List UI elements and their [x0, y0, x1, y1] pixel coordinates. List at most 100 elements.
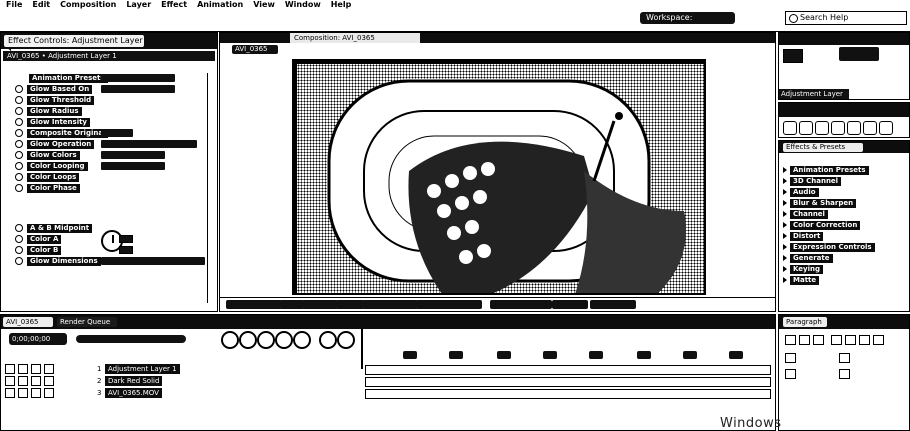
audio-button[interactable]	[863, 121, 877, 135]
effects-category-item[interactable]: Distort	[783, 231, 824, 241]
menu-view[interactable]: View	[253, 0, 275, 10]
property-row[interactable]: Glow Dimensions	[15, 256, 101, 266]
tab-effects-presets[interactable]: Effects & Presets	[783, 143, 863, 152]
property-row[interactable]: Color A	[15, 234, 62, 244]
next-frame-button[interactable]	[831, 121, 845, 135]
tab-timeline-comp[interactable]: AVI_0365	[3, 317, 53, 327]
align-right-button[interactable]	[813, 335, 824, 345]
menu-animation[interactable]: Animation	[197, 0, 243, 10]
previous-frame-button[interactable]	[799, 121, 813, 135]
search-help-input[interactable]: Search Help	[785, 11, 907, 25]
first-frame-button[interactable]	[783, 121, 797, 135]
timeline-timecode[interactable]: 0;00;00;00	[9, 333, 67, 345]
effects-category-item[interactable]: Channel	[783, 209, 828, 219]
grid-toggle-button[interactable]	[280, 300, 304, 309]
exposure-field[interactable]	[590, 300, 636, 309]
property-row[interactable]: A & B Midpoint	[15, 223, 93, 233]
camera-dropdown[interactable]	[490, 300, 552, 309]
visibility-icon[interactable]	[5, 375, 15, 386]
stopwatch-icon[interactable]	[15, 96, 23, 104]
solo-icon[interactable]	[31, 363, 41, 374]
tab-effect-controls[interactable]: Effect Controls: Adjustment Layer 1	[4, 35, 144, 57]
property-row[interactable]: Composite Original	[15, 128, 109, 138]
region-of-interest-button[interactable]	[416, 300, 482, 309]
tab-paragraph[interactable]: Paragraph	[783, 317, 827, 327]
time-marker[interactable]	[729, 351, 743, 359]
stopwatch-icon[interactable]	[15, 129, 23, 137]
audio-icon[interactable]	[18, 375, 28, 386]
motion-blur-button[interactable]	[275, 331, 293, 349]
property-row[interactable]: Glow Operation	[15, 139, 95, 149]
justify-center-button[interactable]	[845, 335, 856, 345]
solo-icon[interactable]	[31, 387, 41, 398]
lock-icon[interactable]	[44, 363, 54, 374]
frame-blending-button[interactable]	[257, 331, 275, 349]
justify-all-button[interactable]	[873, 335, 884, 345]
menu-layer[interactable]: Layer	[126, 0, 151, 10]
stopwatch-icon[interactable]	[15, 118, 23, 126]
time-marker[interactable]	[543, 351, 557, 359]
property-row[interactable]: Color Phase	[15, 183, 80, 193]
menu-composition[interactable]: Composition	[60, 0, 116, 10]
property-row[interactable]: Color Loops	[15, 172, 80, 182]
effects-category-item[interactable]: Audio	[783, 187, 819, 197]
composite-original-dropdown[interactable]	[101, 129, 133, 137]
effects-category-item[interactable]: Blur & Sharpen	[783, 198, 857, 208]
timeline-search-input[interactable]	[76, 335, 186, 343]
effects-category-item[interactable]: Expression Controls	[783, 242, 875, 252]
property-row[interactable]: Color Looping	[15, 161, 88, 171]
menu-effect[interactable]: Effect	[161, 0, 187, 10]
align-center-button[interactable]	[799, 335, 810, 345]
glow-dimensions-dropdown[interactable]	[101, 257, 205, 265]
time-marker[interactable]	[449, 351, 463, 359]
time-marker[interactable]	[683, 351, 697, 359]
menu-window[interactable]: Window	[285, 0, 321, 10]
stopwatch-icon[interactable]	[15, 162, 23, 170]
property-row[interactable]: Glow Threshold	[15, 95, 95, 105]
color-looping-dropdown[interactable]	[101, 162, 165, 170]
color-b-swatch[interactable]	[119, 246, 133, 254]
keyframe-nav-button[interactable]	[337, 331, 355, 349]
brainstorm-button[interactable]	[319, 331, 337, 349]
snapshot-button[interactable]	[336, 300, 364, 309]
visibility-icon[interactable]	[5, 363, 15, 374]
graph-editor-button[interactable]	[293, 331, 311, 349]
composition-frame[interactable]	[292, 59, 706, 295]
color-a-swatch[interactable]	[119, 235, 133, 243]
layer-row[interactable]: 3 AVI_0365.MOV	[5, 387, 361, 398]
stopwatch-icon[interactable]	[15, 140, 23, 148]
workspace-selector[interactable]: Workspace:	[640, 12, 735, 24]
stopwatch-icon[interactable]	[15, 246, 23, 254]
property-row[interactable]: Glow Colors	[15, 150, 80, 160]
effects-category-item[interactable]: Color Correction	[783, 220, 861, 230]
layer-duration-bar[interactable]	[365, 377, 771, 387]
property-row[interactable]: Animation Presets	[29, 73, 108, 83]
visibility-icon[interactable]	[5, 387, 15, 398]
audio-icon[interactable]	[18, 387, 28, 398]
shy-layers-button[interactable]	[239, 331, 257, 349]
tab-render-queue[interactable]: Render Queue	[57, 317, 117, 327]
effects-category-item[interactable]: 3D Channel	[783, 176, 842, 186]
layer-row[interactable]: 2 Dark Red Solid	[5, 375, 361, 386]
effects-category-item[interactable]: Generate	[783, 253, 833, 263]
menu-file[interactable]: File	[6, 0, 22, 10]
layer-duration-bar[interactable]	[365, 365, 771, 375]
layer-row[interactable]: 1 Adjustment Layer 1	[5, 363, 361, 374]
time-marker[interactable]	[589, 351, 603, 359]
magnification-dropdown[interactable]	[226, 300, 282, 309]
loop-button[interactable]	[879, 121, 893, 135]
stopwatch-icon[interactable]	[15, 151, 23, 159]
effects-category-item[interactable]: Matte	[783, 275, 820, 285]
property-row[interactable]: Glow Radius	[15, 106, 82, 116]
property-row[interactable]: Glow Based On	[15, 84, 93, 94]
viewer-subtab[interactable]: AVI_0365	[232, 45, 278, 54]
stopwatch-icon[interactable]	[15, 173, 23, 181]
lock-icon[interactable]	[44, 375, 54, 386]
align-left-button[interactable]	[785, 335, 796, 345]
stopwatch-icon[interactable]	[15, 257, 23, 265]
glow-operation-dropdown[interactable]	[101, 140, 197, 148]
layer-name[interactable]: Adjustment Layer 1	[105, 363, 180, 374]
tab-composition[interactable]: Composition: AVI_0365	[290, 33, 420, 43]
time-marker[interactable]	[497, 351, 511, 359]
stopwatch-icon[interactable]	[15, 85, 23, 93]
